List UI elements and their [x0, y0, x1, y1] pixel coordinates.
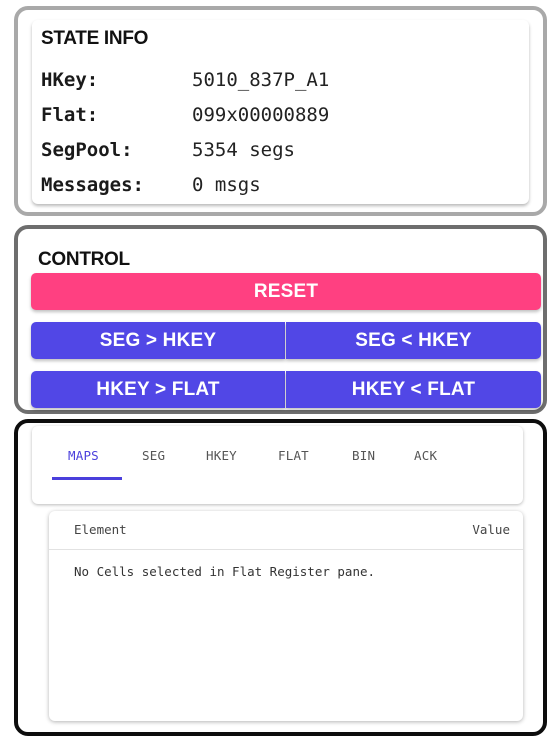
flat-row: Flat: 099x00000889	[41, 100, 329, 130]
flat-to-hkey-button[interactable]: HKEY < FLAT	[286, 371, 541, 408]
messages-label: Messages:	[41, 174, 144, 196]
hkey-label: HKey:	[41, 69, 99, 91]
flat-label: Flat:	[41, 104, 99, 126]
tab-bar: MAPS SEG HKEY FLAT BIN ACK	[32, 426, 523, 504]
hkey-row: HKey: 5010_837P_A1	[41, 65, 329, 95]
tab-hkey[interactable]: HKEY	[206, 448, 237, 463]
hkey-value: 5010_837P_A1	[192, 69, 330, 91]
flat-value: 099x00000889	[192, 104, 330, 126]
hkey-to-seg-button[interactable]: SEG < HKEY	[286, 322, 541, 359]
segpool-row: SegPool: 5354 segs	[41, 135, 295, 165]
control-title: CONTROL	[38, 249, 130, 270]
reset-button[interactable]: RESET	[31, 273, 541, 310]
hkey-to-flat-button[interactable]: HKEY > FLAT	[31, 371, 285, 408]
column-header-element: Element	[74, 522, 127, 537]
empty-table-message: No Cells selected in Flat Register pane.	[74, 564, 376, 579]
tab-flat[interactable]: FLAT	[278, 448, 309, 463]
tab-bin[interactable]: BIN	[352, 448, 375, 463]
state-info-card: STATE INFO HKey: 5010_837P_A1 Flat: 099x…	[32, 20, 529, 204]
state-info-panel: STATE INFO HKey: 5010_837P_A1 Flat: 099x…	[14, 6, 547, 216]
detail-panel: MAPS SEG HKEY FLAT BIN ACK Element Value…	[14, 419, 547, 736]
table-header-divider	[49, 549, 523, 550]
control-panel: CONTROL RESET SEG > HKEY SEG < HKEY HKEY…	[14, 225, 547, 414]
active-tab-indicator	[52, 477, 122, 480]
messages-value: 0 msgs	[192, 174, 261, 196]
segpool-label: SegPool:	[41, 139, 133, 161]
seg-to-hkey-button[interactable]: SEG > HKEY	[31, 322, 285, 359]
segpool-value: 5354 segs	[192, 139, 295, 161]
tab-seg[interactable]: SEG	[142, 448, 165, 463]
messages-row: Messages: 0 msgs	[41, 170, 261, 200]
state-info-title: STATE INFO	[41, 28, 149, 49]
column-header-value: Value	[472, 522, 510, 537]
tab-maps[interactable]: MAPS	[68, 448, 99, 463]
tab-ack[interactable]: ACK	[414, 448, 437, 463]
maps-table: Element Value No Cells selected in Flat …	[49, 511, 523, 721]
